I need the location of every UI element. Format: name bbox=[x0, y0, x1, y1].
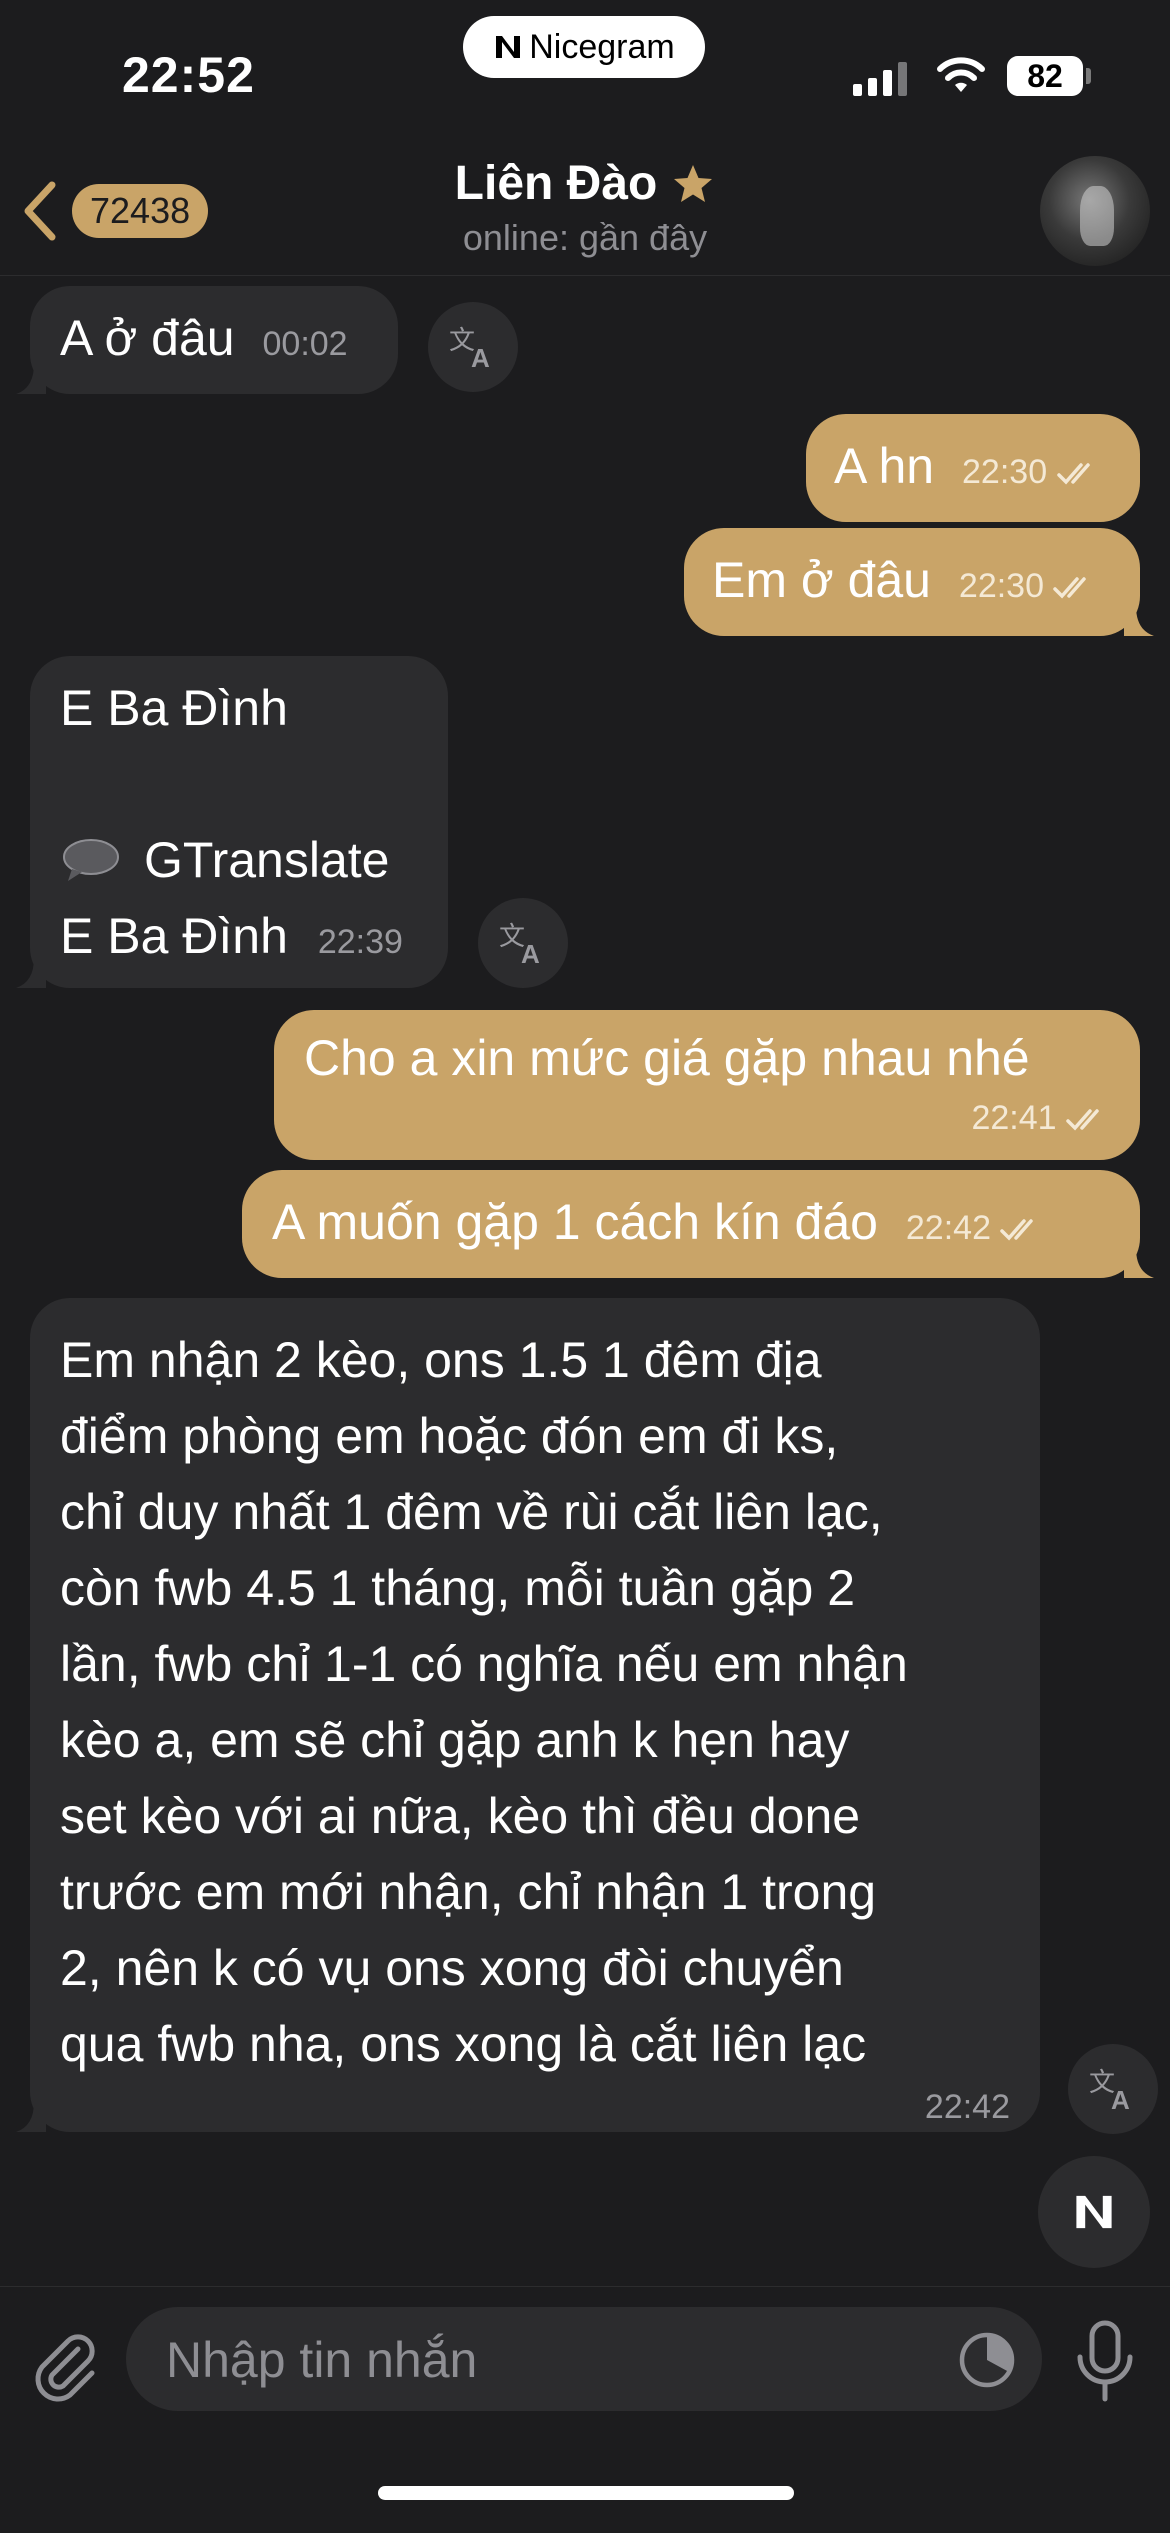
message-time: 22:41 bbox=[304, 1096, 1110, 1140]
double-check-icon bbox=[1066, 1109, 1099, 1131]
message-bubble-incoming[interactable]: A ở đâu 00:02 bbox=[30, 286, 398, 394]
bubble-tail bbox=[1124, 606, 1154, 636]
wifi-icon bbox=[937, 57, 985, 92]
translated-text: E Ba Đình bbox=[60, 908, 288, 964]
timer-icon[interactable] bbox=[956, 2329, 1018, 2391]
battery-tip bbox=[1086, 68, 1091, 84]
message-bubble-outgoing[interactable]: A hn 22:30 bbox=[806, 414, 1140, 522]
paperclip-icon[interactable] bbox=[26, 2327, 106, 2407]
unread-count-badge: 72438 bbox=[72, 184, 209, 238]
microphone-icon[interactable] bbox=[1070, 2317, 1140, 2407]
message-line: trước em mới nhận, chỉ nhận 1 trong bbox=[60, 1864, 877, 1920]
translate-button[interactable]: 文 A bbox=[1068, 2044, 1158, 2134]
translate-button[interactable]: 文 A bbox=[478, 898, 568, 988]
translate-icon: 文 A bbox=[499, 921, 540, 969]
message-bubble-outgoing[interactable]: A muốn gặp 1 cách kín đáo 22:42 bbox=[242, 1170, 1140, 1278]
message-line: 2, nên k có vụ ons xong đòi chuyển bbox=[60, 1940, 844, 1996]
message-bubble-outgoing[interactable]: Cho a xin mức giá gặp nhau nhé 22:41 bbox=[274, 1010, 1140, 1160]
double-check-icon bbox=[1056, 463, 1090, 485]
svg-text:A: A bbox=[1111, 2085, 1130, 2115]
message-line: chỉ duy nhất 1 đêm về rùi cắt liên lạc, bbox=[60, 1484, 883, 1540]
nicegram-label: Nicegram bbox=[529, 27, 675, 66]
message-text: Cho a xin mức giá gặp nhau nhé bbox=[304, 1030, 1030, 1086]
chat-header: 72438 Liên Đào online: gần đây bbox=[0, 150, 1170, 276]
message-text: A hn bbox=[834, 438, 935, 494]
bubble-tail bbox=[16, 364, 46, 394]
message-list[interactable]: A ở đâu 00:02 文 A A hn 22:30 Em ở đâu 22… bbox=[0, 276, 1170, 2236]
contact-status: online: gần đây bbox=[462, 217, 708, 258]
back-button[interactable]: 72438 bbox=[20, 174, 230, 248]
double-check-icon bbox=[1000, 1219, 1034, 1241]
chat-name-row: Liên Đào bbox=[455, 156, 716, 211]
nicegram-logo-icon bbox=[1076, 2195, 1112, 2229]
message-line: Em nhận 2 kèo, ons 1.5 1 đêm địa bbox=[60, 1332, 822, 1388]
message-bubble-incoming[interactable]: E Ba Đình GTranslate E Ba Đình 22:39 bbox=[30, 656, 448, 988]
message-time: 22:42 bbox=[924, 2088, 1010, 2126]
translate-button[interactable]: 文 A bbox=[428, 302, 518, 392]
contact-name: Liên Đào bbox=[454, 157, 658, 210]
bubble-tail bbox=[16, 958, 46, 988]
message-time: 00:02 bbox=[262, 325, 348, 363]
message-time-value: 22:30 bbox=[958, 567, 1044, 605]
translated-row: E Ba Đình 22:39 bbox=[60, 898, 418, 980]
speech-bubble-icon bbox=[63, 839, 119, 881]
status-bar: 22:52 Nicegram 82 bbox=[0, 0, 1170, 150]
message-time: 22:30 bbox=[962, 453, 1101, 491]
message-text: E Ba Đình bbox=[60, 680, 288, 736]
message-line: set kèo với ai nữa, kèo thì đều done bbox=[60, 1788, 861, 1844]
message-line: điểm phòng em hoặc đón em đi ks, bbox=[60, 1408, 839, 1464]
chevron-left-icon bbox=[24, 181, 56, 241]
message-bubble-outgoing[interactable]: Em ở đâu 22:30 bbox=[684, 528, 1140, 636]
message-time: 22:42 bbox=[906, 1209, 1045, 1247]
battery-icon: 82 bbox=[1007, 56, 1083, 96]
translate-icon: 文 A bbox=[1089, 2067, 1130, 2115]
svg-text:A: A bbox=[521, 939, 540, 969]
bubble-tail bbox=[16, 2102, 46, 2132]
message-text: A muốn gặp 1 cách kín đáo bbox=[272, 1194, 878, 1250]
nicegram-assistant-button[interactable] bbox=[1038, 2156, 1150, 2268]
bubble-tail bbox=[1124, 1248, 1154, 1278]
star-icon bbox=[674, 164, 713, 202]
message-text: Em ở đâu bbox=[712, 552, 931, 608]
message-time: 22:30 bbox=[959, 567, 1098, 605]
status-time: 22:52 bbox=[122, 47, 255, 103]
message-line: qua fwb nha, ons xong là cắt liên lạc bbox=[60, 2016, 867, 2072]
translate-icon: 文 A bbox=[449, 325, 490, 373]
home-indicator[interactable] bbox=[378, 2486, 794, 2500]
double-check-icon bbox=[1053, 577, 1087, 599]
input-placeholder: Nhập tin nhắn bbox=[166, 2332, 478, 2388]
message-bubble-incoming[interactable]: Em nhận 2 kèo, ons 1.5 1 đêm địa điểm ph… bbox=[30, 1298, 1040, 2132]
message-time-value: 22:30 bbox=[962, 453, 1048, 491]
nicegram-pill: Nicegram bbox=[463, 16, 705, 78]
svg-text:A: A bbox=[471, 343, 490, 373]
message-time-value: 22:42 bbox=[905, 1209, 991, 1247]
avatar[interactable] bbox=[1040, 156, 1150, 266]
cellular-signal-icon bbox=[853, 60, 913, 96]
gtranslate-row: GTranslate bbox=[60, 822, 418, 898]
message-line: lần, fwb chỉ 1-1 có nghĩa nếu em nhận bbox=[60, 1636, 908, 1692]
gtranslate-label: GTranslate bbox=[144, 832, 390, 888]
message-time: 22:39 bbox=[317, 923, 403, 961]
message-line: còn fwb 4.5 1 tháng, mỗi tuần gặp 2 bbox=[60, 1560, 855, 1616]
message-time-value: 22:41 bbox=[971, 1099, 1057, 1137]
nicegram-logo-icon bbox=[496, 36, 521, 58]
message-input[interactable]: Nhập tin nhắn bbox=[126, 2307, 1042, 2411]
message-text: A ở đâu bbox=[60, 310, 235, 366]
battery-level: 82 bbox=[1027, 57, 1063, 94]
chat-title[interactable]: Liên Đào online: gần đây bbox=[335, 156, 835, 259]
message-line: kèo a, em sẽ chỉ gặp anh k hẹn hay bbox=[60, 1712, 850, 1768]
